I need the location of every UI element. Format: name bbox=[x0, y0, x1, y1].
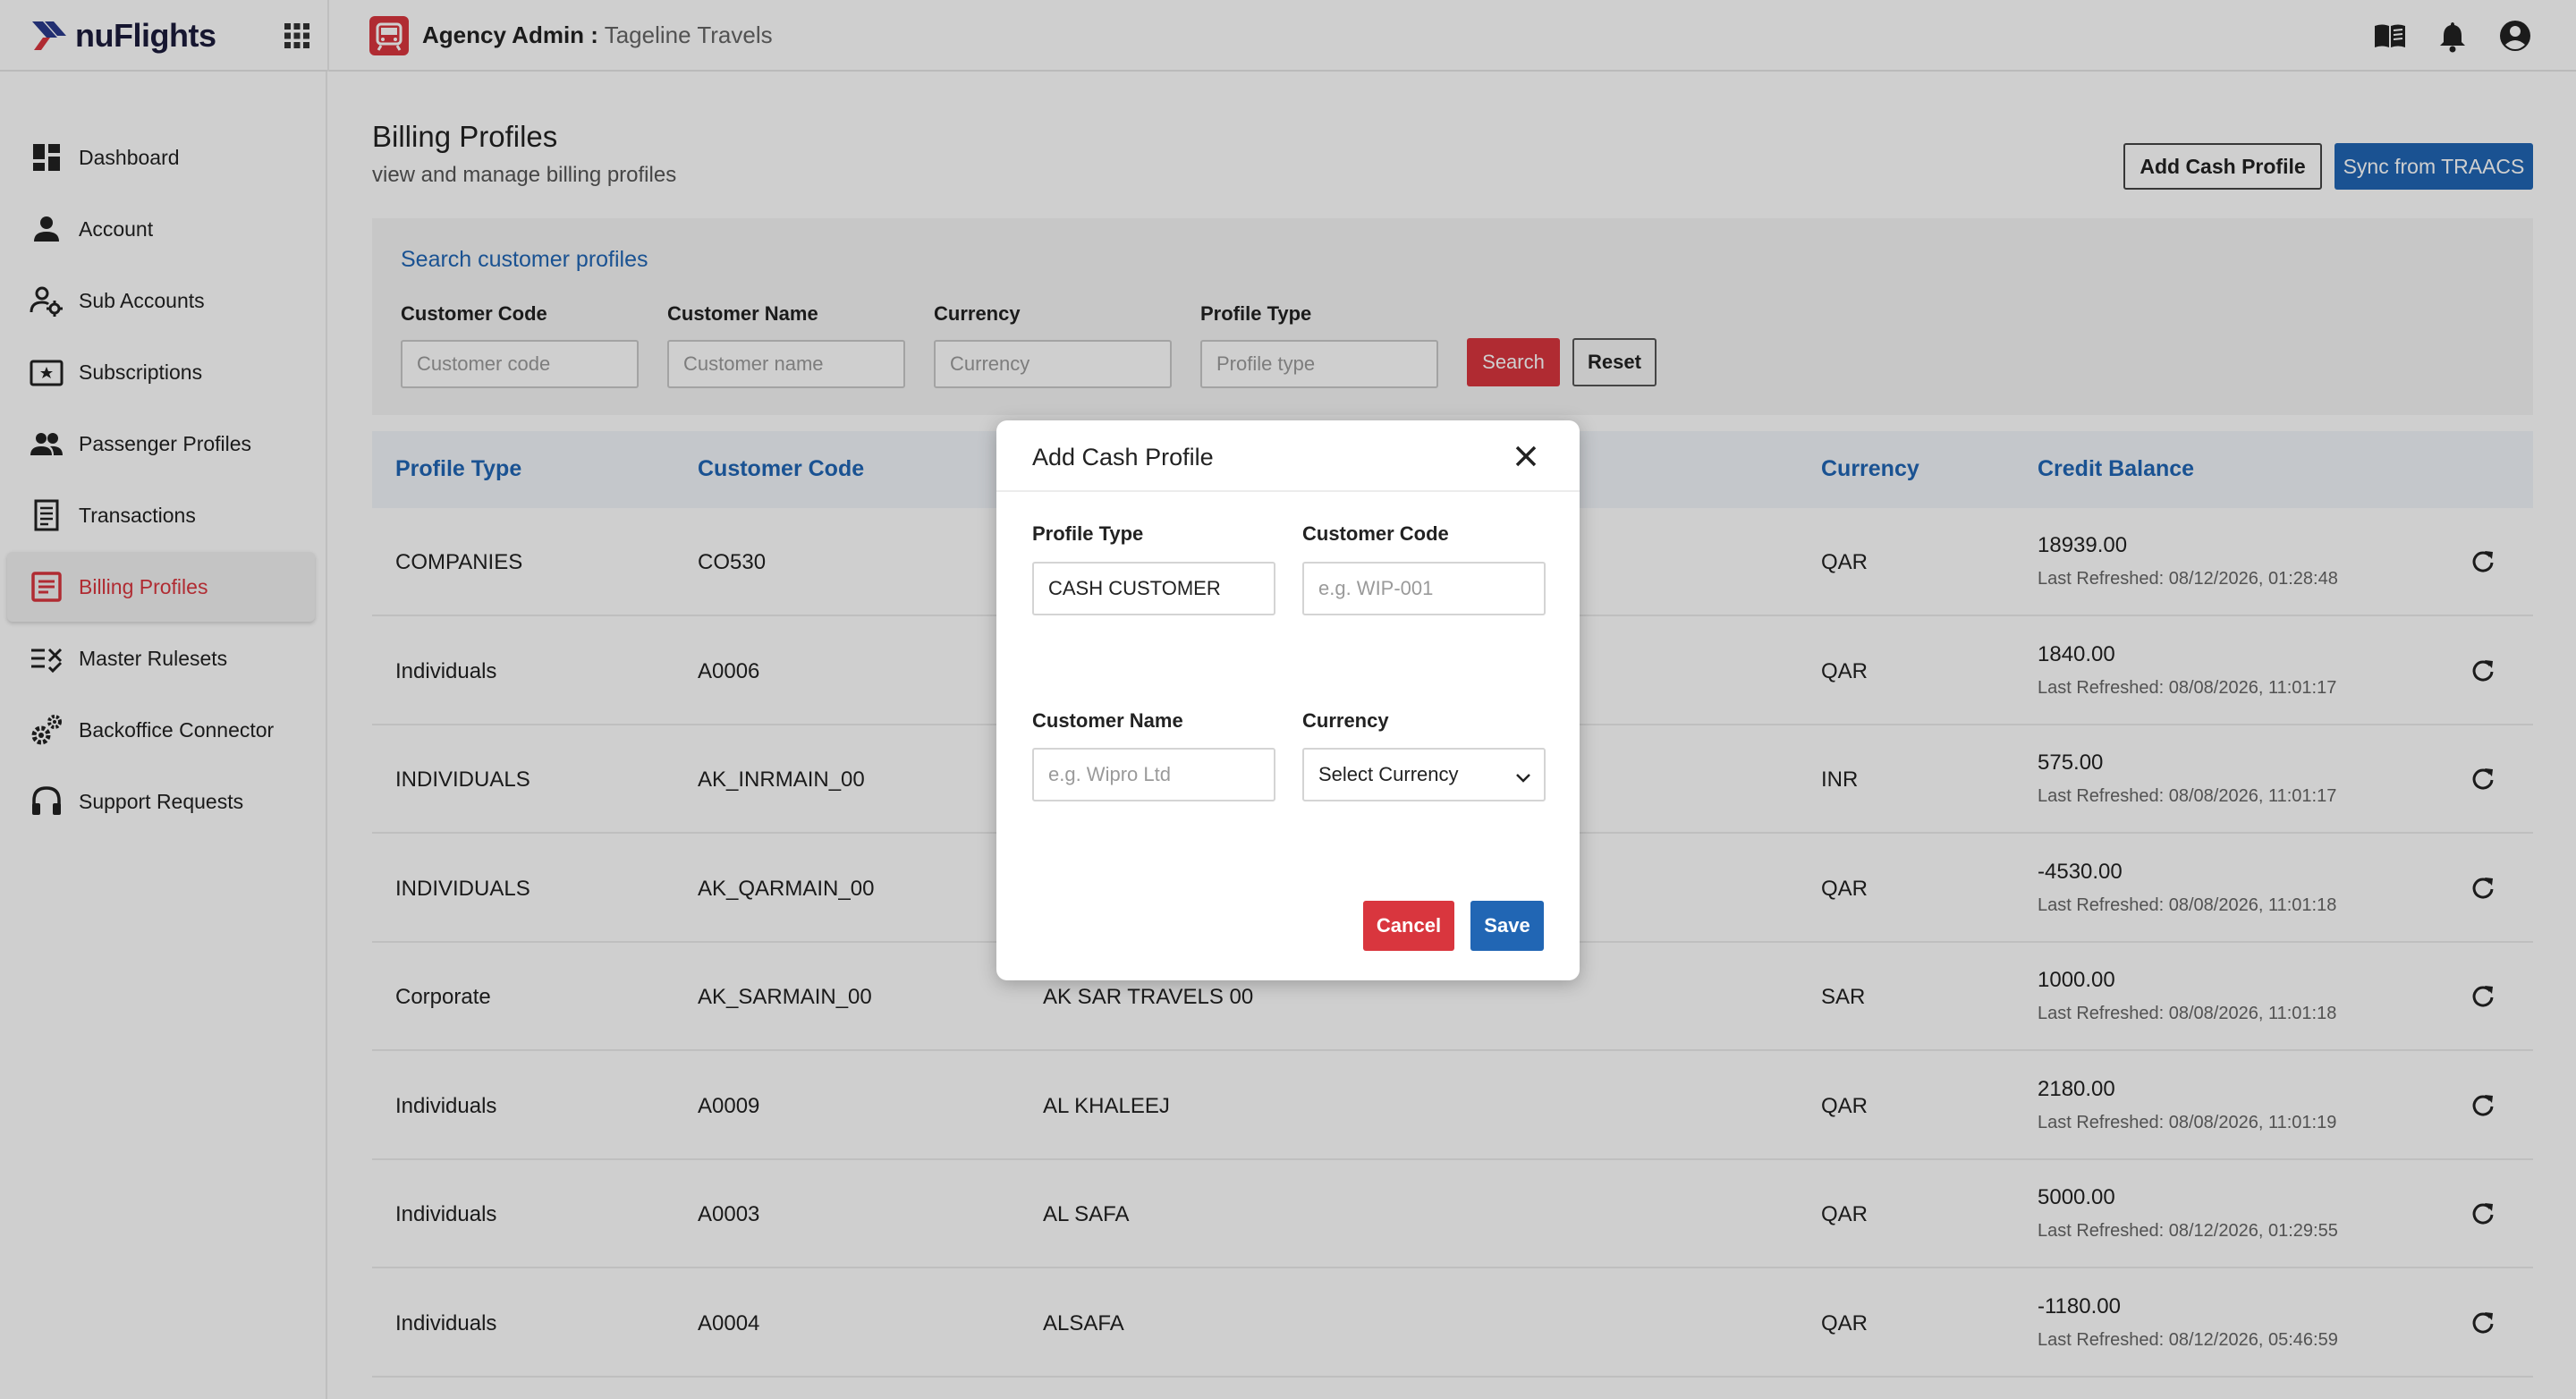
modal-customer-name-label: Customer Name bbox=[1032, 709, 1183, 732]
modal-customer-name-input[interactable] bbox=[1032, 748, 1275, 801]
modal-currency-label: Currency bbox=[1302, 709, 1389, 732]
modal-title: Add Cash Profile bbox=[1032, 444, 1214, 471]
modal-currency-select[interactable]: Select Currency bbox=[1302, 748, 1546, 801]
modal-divider bbox=[996, 490, 1580, 492]
modal-profile-type-field[interactable] bbox=[1032, 562, 1275, 615]
modal-customer-code-label: Customer Code bbox=[1302, 522, 1449, 545]
add-cash-profile-modal: Add Cash Profile Profile Type Customer C… bbox=[996, 420, 1580, 980]
modal-profile-type-label: Profile Type bbox=[1032, 522, 1144, 545]
cancel-button[interactable]: Cancel bbox=[1363, 901, 1454, 951]
modal-customer-code-input[interactable] bbox=[1302, 562, 1546, 615]
close-icon[interactable] bbox=[1508, 438, 1544, 474]
chevron-down-icon bbox=[1516, 774, 1530, 783]
save-button[interactable]: Save bbox=[1470, 901, 1544, 951]
currency-select-value: Select Currency bbox=[1318, 763, 1459, 785]
